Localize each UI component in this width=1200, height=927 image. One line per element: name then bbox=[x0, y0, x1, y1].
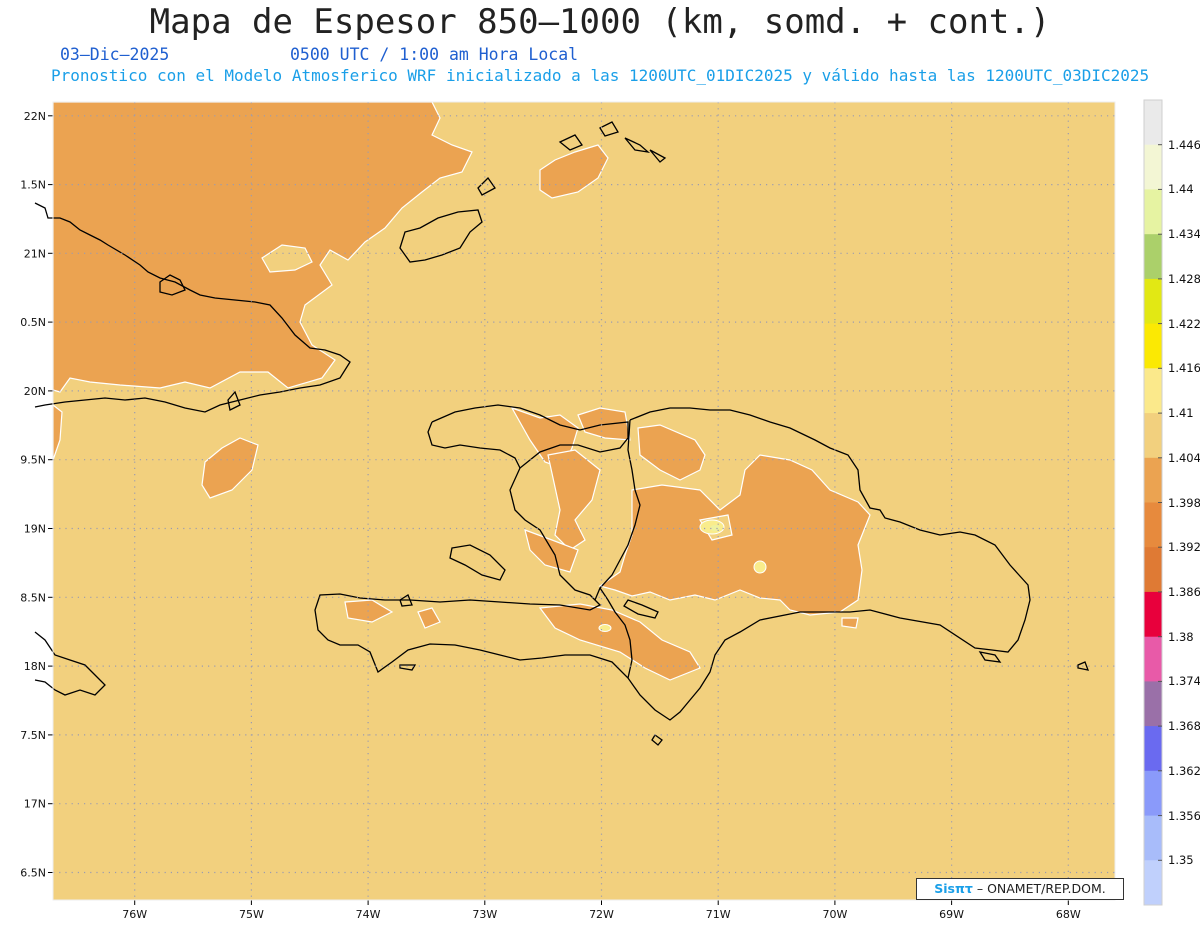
colorbar-swatch bbox=[1144, 457, 1162, 503]
colorbar-label: 1.356 bbox=[1168, 808, 1200, 823]
colorbar-swatch bbox=[1144, 189, 1162, 235]
colorbar bbox=[1143, 99, 1163, 906]
colorbar-swatch bbox=[1144, 368, 1162, 414]
colorbar-swatch bbox=[1144, 278, 1162, 325]
lat-tick-label: 1.5N bbox=[20, 179, 46, 192]
colorbar-swatch bbox=[1144, 100, 1162, 146]
lat-tick-label: 20N bbox=[24, 385, 46, 398]
colorbar-label: 1.35 bbox=[1168, 853, 1194, 868]
colorbar-swatch bbox=[1144, 681, 1162, 727]
colorbar-label: 1.386 bbox=[1168, 584, 1200, 599]
colorbar-label: 1.398 bbox=[1168, 495, 1200, 510]
colorbar-label: 1.374 bbox=[1168, 674, 1200, 689]
colorbar-label: 1.44 bbox=[1168, 182, 1194, 197]
lon-tick-label: 73W bbox=[472, 908, 497, 921]
lon-tick-label: 68W bbox=[1056, 908, 1081, 921]
lat-tick-label: 18N bbox=[24, 660, 46, 673]
colorbar-label: 1.404 bbox=[1168, 450, 1200, 465]
lat-tick-label: 17N bbox=[24, 798, 46, 811]
colorbar-swatch bbox=[1144, 144, 1162, 190]
colorbar-label: 1.446 bbox=[1168, 137, 1200, 152]
colorbar-swatch bbox=[1144, 860, 1162, 906]
lon-tick-label: 72W bbox=[589, 908, 614, 921]
lat-tick-label: 19N bbox=[24, 523, 46, 536]
lat-tick-label: 7.5N bbox=[20, 729, 46, 742]
colorbar-label: 1.368 bbox=[1168, 719, 1200, 734]
lat-tick-label: 21N bbox=[24, 247, 46, 260]
sispi-logo: Sisπτ bbox=[934, 881, 973, 896]
lon-tick-label: 69W bbox=[939, 908, 964, 921]
lon-tick-label: 75W bbox=[239, 908, 264, 921]
colorbar-label: 1.41 bbox=[1168, 406, 1194, 421]
lon-tick-label: 70W bbox=[822, 908, 847, 921]
thickness-map: 76W 75W 74W 73W 72W 71W 70W 69W 68W 22N 1.5N 21N 0.5… bbox=[20, 99, 1163, 921]
colorbar-swatch bbox=[1144, 234, 1162, 280]
colorbar-swatch bbox=[1144, 591, 1162, 638]
lat-tick-label: 0.5N bbox=[20, 316, 46, 329]
colorbar-label: 1.416 bbox=[1168, 361, 1200, 376]
credit-text: – ONAMET/REP.DOM. bbox=[976, 881, 1106, 896]
colorbar-label: 1.362 bbox=[1168, 763, 1200, 778]
lon-tick-label: 76W bbox=[122, 908, 147, 921]
colorbar-label: 1.428 bbox=[1168, 271, 1200, 286]
colorbar-label: 1.422 bbox=[1168, 316, 1200, 331]
lat-tick-label: 22N bbox=[24, 110, 46, 123]
colorbar-label: 1.38 bbox=[1168, 629, 1194, 644]
lat-tick-label: 9.5N bbox=[20, 454, 46, 467]
credit-box: Sisπτ – ONAMET/REP.DOM. bbox=[916, 878, 1124, 900]
lat-tick-label: 6.5N bbox=[20, 867, 46, 880]
lon-tick-label: 71W bbox=[706, 908, 731, 921]
colorbar-swatch bbox=[1144, 726, 1162, 772]
colorbar-swatch bbox=[1144, 502, 1162, 548]
colorbar-swatch bbox=[1144, 413, 1162, 459]
lon-tick-label: 74W bbox=[356, 908, 381, 921]
colorbar-label: 1.434 bbox=[1168, 227, 1200, 242]
colorbar-swatch bbox=[1144, 770, 1162, 816]
colorbar-swatch bbox=[1144, 547, 1162, 593]
colorbar-swatch bbox=[1144, 323, 1162, 369]
colorbar-swatch bbox=[1144, 815, 1162, 861]
lat-tick-label: 8.5N bbox=[20, 591, 46, 604]
colorbar-label: 1.392 bbox=[1168, 540, 1200, 555]
colorbar-swatch bbox=[1144, 636, 1162, 682]
